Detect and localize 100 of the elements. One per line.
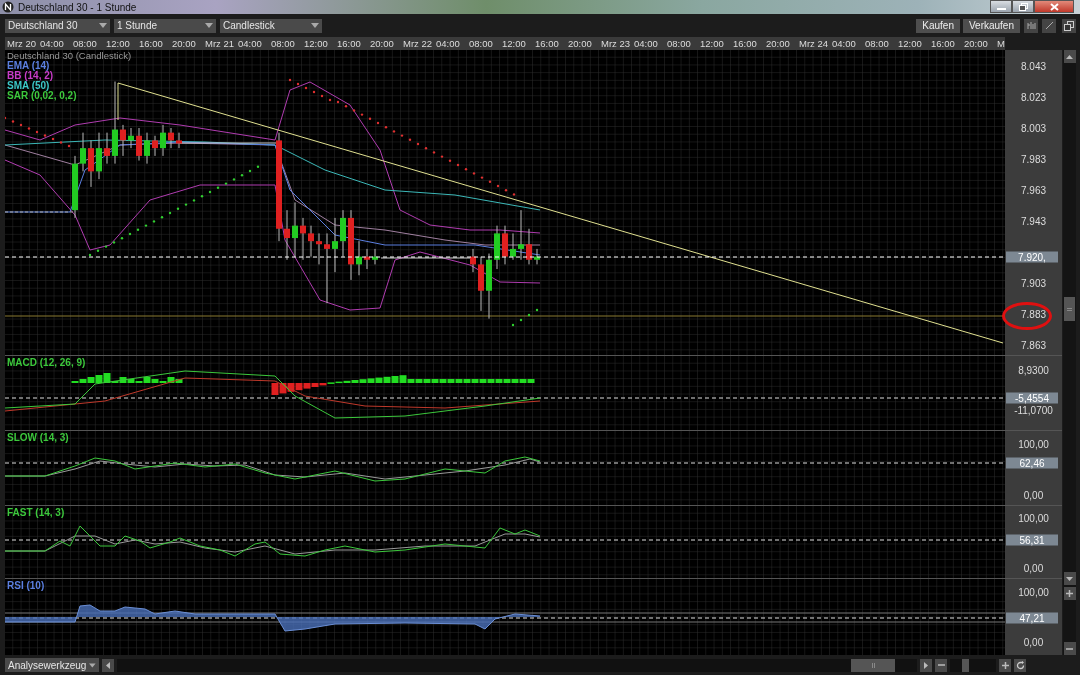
- time-label: 12:00: [898, 37, 923, 50]
- price-tick-label: 7.883: [1020, 308, 1047, 320]
- up-arrow-icon: [1066, 54, 1073, 59]
- zoom-slider[interactable]: [950, 658, 996, 672]
- indicator-title: MACD (12, 26, 9): [7, 358, 86, 368]
- axis-tick-label: 0,00: [1022, 489, 1045, 501]
- price-tick-label: 7.943: [1020, 215, 1047, 227]
- zoom-in-button[interactable]: [999, 658, 1011, 672]
- time-label: 16:00: [337, 37, 362, 50]
- scroll-up-button[interactable]: [1063, 50, 1076, 63]
- candlestick: [136, 127, 142, 162]
- candlestick: [518, 209, 524, 261]
- price-gap-line: [5, 211, 76, 213]
- time-label: Mrz 22: [403, 37, 434, 50]
- time-label: 04:00: [832, 37, 857, 50]
- current-value-label: 47,21: [1006, 612, 1058, 624]
- scroll-thumb[interactable]: [1064, 297, 1075, 321]
- horizontal-scrollbar[interactable]: [117, 658, 917, 672]
- line-tool-button[interactable]: [1042, 18, 1056, 33]
- scroll-down-button[interactable]: [1063, 572, 1076, 585]
- time-label: 12:00: [700, 37, 725, 50]
- caret-icon: [311, 23, 319, 28]
- time-label: 12:00: [502, 37, 527, 50]
- candlestick: [478, 256, 484, 312]
- candlestick: [486, 253, 492, 320]
- popout-button[interactable]: [1062, 18, 1076, 33]
- price-tick-label: 8.043: [1020, 60, 1047, 72]
- candlestick: [176, 132, 182, 149]
- grip-icon: [1067, 307, 1072, 311]
- bars-icon: [1026, 21, 1036, 30]
- down-arrow-icon: [1066, 576, 1073, 581]
- trade-button[interactable]: Verkaufen: [962, 18, 1020, 33]
- indicator-label: BB (14, 2): [7, 71, 55, 81]
- candlestick: [88, 139, 94, 188]
- dropdown[interactable]: Candlestick: [220, 18, 322, 33]
- dropdown[interactable]: Deutschland 30: [5, 18, 110, 33]
- candlestick: [348, 209, 354, 281]
- zoom-out-button[interactable]: [935, 658, 947, 672]
- restore-icon: [1018, 2, 1028, 11]
- indicator-button[interactable]: [1024, 18, 1038, 33]
- time-label: 12:00: [304, 37, 329, 50]
- candlestick: [534, 248, 540, 265]
- time-label: 20:00: [568, 37, 593, 50]
- price-tick-label: 8.023: [1020, 91, 1047, 103]
- time-label: 16:00: [139, 37, 164, 50]
- time-label: 08:00: [73, 37, 98, 50]
- indicator-title: RSI (10): [7, 581, 45, 591]
- reset-icon: [1015, 660, 1025, 670]
- plus-icon: [1066, 590, 1073, 597]
- candlestick: [316, 232, 322, 265]
- current-value-label: -5,4554: [1006, 392, 1058, 404]
- current-value-label: 56,31: [1006, 534, 1058, 546]
- zoom-in-button[interactable]: [1063, 587, 1076, 600]
- axis-tick-label: 100,00: [1017, 586, 1050, 598]
- candlestick: [308, 225, 314, 258]
- minus-icon: [1066, 647, 1073, 650]
- indicator-label: SAR (0,02, 0,2): [7, 91, 78, 101]
- window-title: Deutschland 30 - 1 Stunde: [18, 1, 137, 13]
- time-label: 16:00: [535, 37, 560, 50]
- indicator-title: SLOW (14, 3): [7, 433, 69, 443]
- plus-icon: [1001, 661, 1009, 669]
- candlestick: [80, 132, 86, 172]
- current-price-label: 7.920,: [1006, 251, 1058, 263]
- time-label: 20:00: [172, 37, 197, 50]
- scroll-right-button[interactable]: [920, 658, 932, 672]
- candlestick: [526, 228, 532, 265]
- time-label: 04:00: [40, 37, 65, 50]
- close-button[interactable]: [1034, 0, 1074, 13]
- slider-thumb[interactable]: [961, 658, 969, 672]
- zoom-out-button[interactable]: [1063, 642, 1076, 655]
- candlestick: [470, 248, 476, 273]
- candlestick: [128, 127, 134, 149]
- candlestick: [284, 209, 290, 261]
- reset-button[interactable]: [1014, 658, 1026, 672]
- windows-icon: [1064, 20, 1074, 31]
- candlestick: [168, 127, 174, 149]
- dropdown[interactable]: 1 Stunde: [114, 18, 216, 33]
- time-label: 16:00: [733, 37, 758, 50]
- grip-icon: [871, 662, 875, 668]
- price-tick-label: 7.863: [1020, 339, 1047, 351]
- time-label: 08:00: [469, 37, 494, 50]
- candlestick: [494, 225, 500, 270]
- trade-button[interactable]: Kaufen: [916, 18, 960, 33]
- time-label: 16:00: [931, 37, 956, 50]
- minimize-button[interactable]: [990, 0, 1012, 13]
- candlestick: [160, 124, 166, 157]
- price-tick-label: 8.003: [1020, 122, 1047, 134]
- scroll-left-button[interactable]: [102, 658, 114, 672]
- vertical-scrollbar[interactable]: [1063, 50, 1076, 655]
- time-label: 20:00: [766, 37, 791, 50]
- candlestick: [364, 248, 370, 270]
- time-label: Mrz 20: [7, 37, 38, 50]
- chart-title: Deutschland 30 (Candlestick): [7, 51, 132, 61]
- time-label: 08:00: [865, 37, 890, 50]
- restore-button[interactable]: [1012, 0, 1034, 13]
- scroll-thumb[interactable]: [851, 658, 895, 672]
- analysis-tool-dropdown[interactable]: Analysewerkzeug: [5, 658, 99, 672]
- time-label: 08:00: [667, 37, 692, 50]
- close-icon: [1049, 2, 1059, 11]
- candlestick: [152, 135, 158, 157]
